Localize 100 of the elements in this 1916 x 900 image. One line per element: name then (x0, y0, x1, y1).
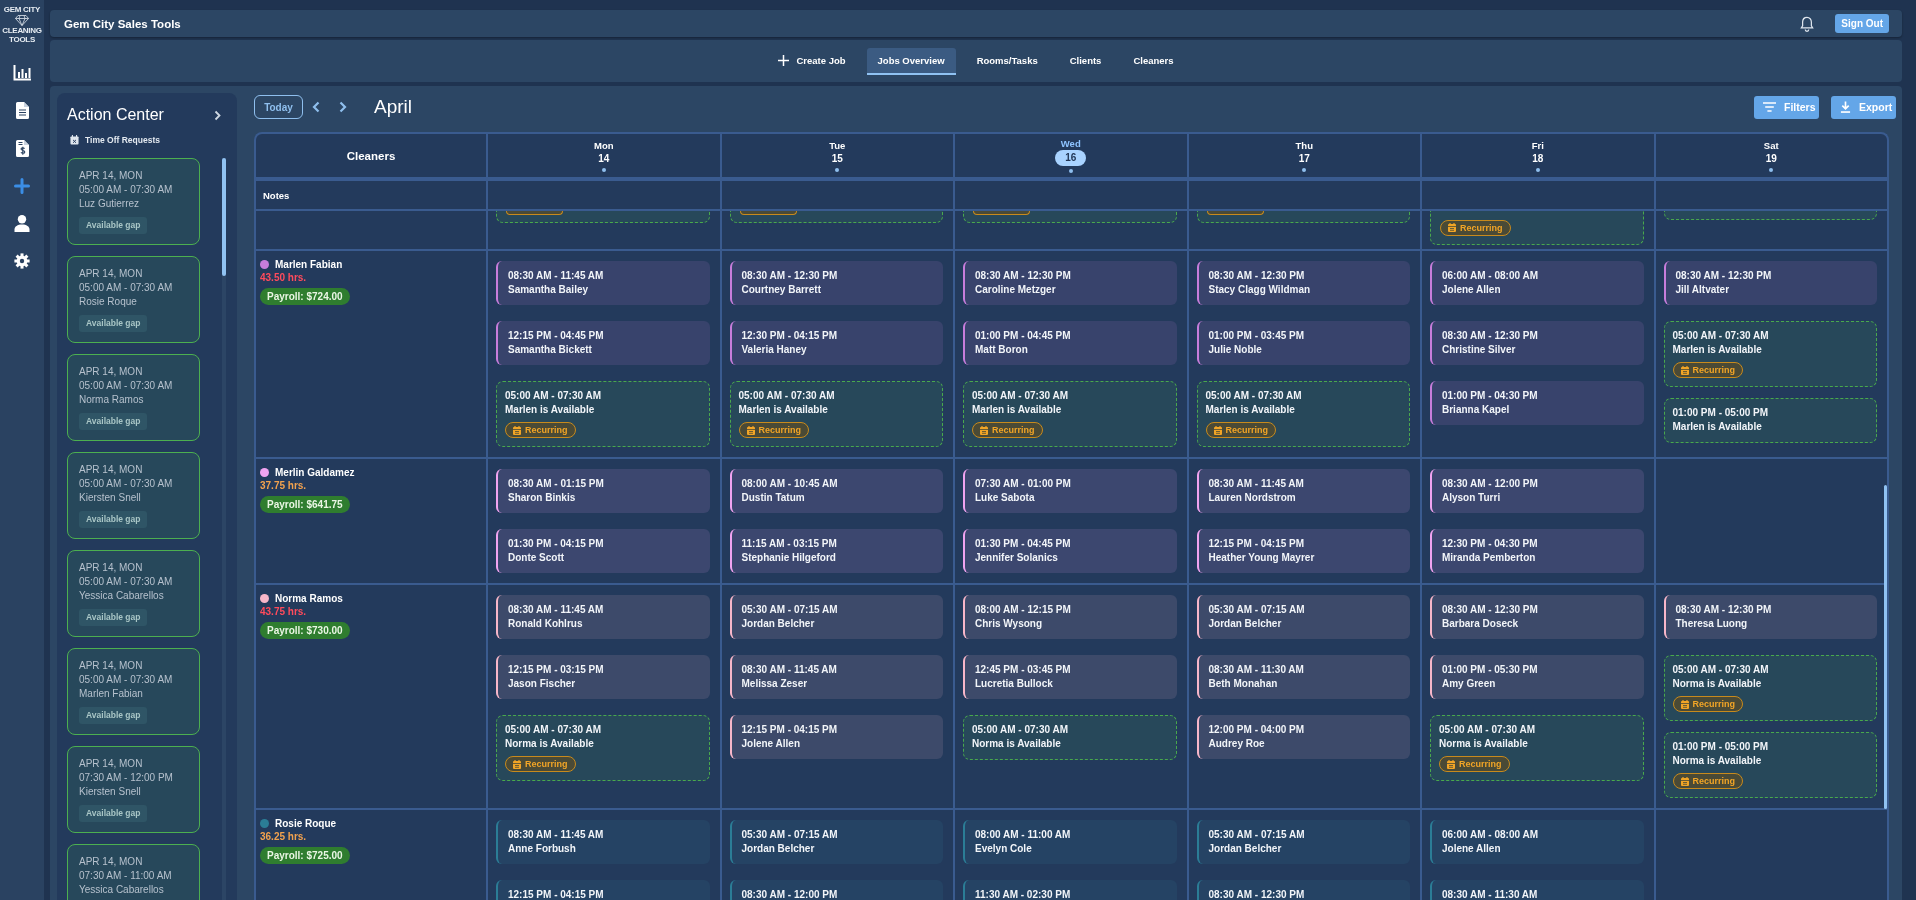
job-card[interactable]: 01:30 PM - 04:15 PM Donte Scott (496, 529, 710, 573)
availability-card[interactable]: 05:00 AM - 07:30 AM Marlen is Available Recurring (496, 381, 710, 447)
job-card[interactable]: 01:30 PM - 04:45 PM Jennifer Solanics (963, 529, 1177, 573)
availability-card[interactable]: 05:00 AM - 07:30 AM Marlen is Available Recurring (729, 381, 943, 447)
availability-card[interactable] (1196, 211, 1410, 223)
job-card[interactable]: 08:30 AM - 12:30 PM Stacy Clagg Wildman (1196, 261, 1410, 305)
time-off-request-card[interactable]: APR 14, MON 05:00 AM - 07:30 AM Marlen Fabian Available gap (67, 648, 200, 735)
settings-icon[interactable] (14, 253, 30, 269)
nav-tab[interactable]: Rooms/Tasks (965, 47, 1049, 75)
nav-tab[interactable]: Jobs Overview (866, 47, 956, 75)
job-card[interactable]: 08:30 AM - 11:45 AM Melissa Zeser (729, 655, 943, 699)
availability-card[interactable]: 05:00 AM - 07:30 AM Norma is Available Recurring (1430, 715, 1644, 781)
job-card[interactable]: 08:30 AM - 12:30 PM Caroline Metzger (963, 261, 1177, 305)
availability-card[interactable] (729, 211, 943, 223)
job-card[interactable]: 08:30 AM - 12:30 PM Barbara Doseck (1430, 595, 1644, 639)
day-number[interactable]: 19 (1755, 151, 1787, 165)
availability-card[interactable]: 05:00 AM - 07:30 AM Marlen is Available Recurring (1663, 321, 1877, 387)
job-card[interactable]: 06:00 AM - 08:00 AM Jolene Allen (1430, 820, 1644, 864)
calendar-icon (1447, 759, 1455, 769)
job-card[interactable]: 07:30 AM - 01:00 PM Luke Sabota (963, 469, 1177, 513)
availability-card[interactable]: 01:00 PM - 05:00 PM Marlen is Available (1663, 398, 1877, 443)
availability-card[interactable]: 05:00 AM - 07:30 AM Norma is Available (963, 715, 1177, 760)
document-icon[interactable] (15, 102, 29, 119)
job-card[interactable]: 12:15 PM - 04:45 PM Samantha Bickett (496, 321, 710, 365)
column-header: Cleaners (346, 149, 396, 162)
job-card[interactable]: 01:00 PM - 03:45 PM Julie Noble (1196, 321, 1410, 365)
scrollbar-thumb[interactable] (1884, 485, 1887, 809)
job-card[interactable]: 08:30 AM - 11:30 AM (1430, 880, 1644, 900)
time-off-request-card[interactable]: APR 14, MON 05:00 AM - 07:30 AM Kiersten Snell Available gap (67, 452, 200, 539)
availability-card[interactable] (963, 211, 1177, 223)
day-number[interactable]: 14 (588, 151, 620, 165)
job-card[interactable]: 08:30 AM - 11:45 AM Lauren Nordstrom (1196, 469, 1410, 513)
availability-card[interactable]: 05:00 AM - 07:30 AM Norma is Available Recurring (496, 715, 710, 781)
availability-card[interactable] (496, 211, 710, 223)
job-card[interactable]: 05:30 AM - 07:15 AM Jordan Belcher (1196, 820, 1410, 864)
job-card[interactable]: 08:30 AM - 12:30 PM Christine Silver (1430, 321, 1644, 365)
chevron-left-icon[interactable] (312, 101, 320, 113)
availability-card[interactable]: 05:00 AM - 07:30 AM Marlen is Available Recurring (963, 381, 1177, 447)
job-card[interactable]: 05:30 AM - 07:15 AM Jordan Belcher (1196, 595, 1410, 639)
availability-card[interactable] (1663, 211, 1877, 220)
job-card[interactable]: 08:30 AM - 01:15 PM Sharon Binkis (496, 469, 710, 513)
job-card[interactable]: 12:00 PM - 04:00 PM Audrey Roe (1196, 715, 1410, 759)
job-card[interactable]: 08:00 AM - 10:45 AM Dustin Tatum (729, 469, 943, 513)
job-card[interactable]: 01:00 PM - 04:30 PM Brianna Kapel (1430, 381, 1644, 425)
user-icon[interactable] (14, 215, 30, 232)
client-name: Dustin Tatum (741, 491, 805, 505)
job-card[interactable]: 08:30 AM - 12:30 PM (1196, 880, 1410, 900)
day-number[interactable]: 17 (1288, 151, 1320, 165)
job-card[interactable]: 08:30 AM - 11:30 AM Beth Monahan (1196, 655, 1410, 699)
job-card[interactable]: 01:00 PM - 04:45 PM Matt Boron (963, 321, 1177, 365)
availability-card[interactable]: Recurring (1430, 211, 1644, 245)
job-card[interactable]: 08:30 AM - 12:30 PM Courtney Barrett (729, 261, 943, 305)
job-card[interactable]: 08:30 AM - 11:45 AM Samantha Bailey (496, 261, 710, 305)
job-card[interactable]: 06:00 AM - 08:00 AM Jolene Allen (1430, 261, 1644, 305)
job-card[interactable]: 08:30 AM - 12:00 PM Alyson Turri (1430, 469, 1644, 513)
job-card[interactable]: 08:00 AM - 12:15 PM Chris Wysong (963, 595, 1177, 639)
day-number[interactable]: 15 (821, 151, 853, 165)
time-off-request-card[interactable]: APR 14, MON 05:00 AM - 07:30 AM Norma Ramos Available gap (67, 354, 200, 441)
job-card[interactable]: 08:30 AM - 11:45 AM Anne Forbush (496, 820, 710, 864)
time-off-request-card[interactable]: APR 14, MON 07:30 AM - 11:00 AM Yessica Cabarellos (67, 844, 200, 900)
job-card[interactable]: 08:30 AM - 12:30 PM Theresa Luong (1663, 595, 1877, 639)
scrollbar-thumb[interactable] (222, 158, 226, 276)
job-card[interactable]: 12:15 PM - 04:15 PM (496, 880, 710, 900)
job-card[interactable]: 08:30 AM - 12:00 PM (729, 880, 943, 900)
create-job-tab[interactable]: Create Job (767, 47, 857, 75)
job-card[interactable]: 08:30 AM - 11:45 AM Ronald Kohlrus (496, 595, 710, 639)
availability-card[interactable]: 05:00 AM - 07:30 AM Norma is Available Recurring (1663, 655, 1877, 721)
job-card[interactable]: 12:15 PM - 04:15 PM Jolene Allen (729, 715, 943, 759)
gap-badge: Available gap (79, 511, 148, 528)
job-card[interactable]: 11:15 AM - 03:15 PM Stephanie Hilgeford (729, 529, 943, 573)
job-card[interactable]: 12:15 PM - 03:15 PM Jason Fischer (496, 655, 710, 699)
availability-card[interactable]: 01:00 PM - 05:00 PM Norma is Available Recurring (1663, 732, 1877, 798)
job-card[interactable]: 12:15 PM - 04:15 PM Heather Young Mayrer (1196, 529, 1410, 573)
job-card[interactable]: 12:45 PM - 03:45 PM Lucretia Bullock (963, 655, 1177, 699)
chevron-right-icon[interactable] (214, 109, 221, 121)
job-card[interactable]: 08:30 AM - 12:30 PM Jill Altvater (1663, 261, 1877, 305)
cut-off-badge (973, 211, 1030, 215)
job-card[interactable]: 11:30 AM - 02:30 PM (963, 880, 1177, 900)
day-number[interactable]: 16 (1055, 150, 1087, 166)
job-card[interactable]: 05:30 AM - 07:15 AM Jordan Belcher (729, 820, 943, 864)
time-off-request-card[interactable]: APR 14, MON 05:00 AM - 07:30 AM Yessica Cabarellos Available gap (67, 550, 200, 637)
time-off-request-card[interactable]: APR 14, MON 05:00 AM - 07:30 AM Rosie Roque Available gap (67, 256, 200, 343)
availability-card[interactable]: 05:00 AM - 07:30 AM Marlen is Available Recurring (1196, 381, 1410, 447)
job-card[interactable]: 08:00 AM - 11:00 AM Evelyn Cole (963, 820, 1177, 864)
time-off-request-card[interactable]: APR 14, MON 07:30 AM - 12:00 PM Kiersten Snell Available gap (67, 746, 200, 833)
plus-icon[interactable] (14, 178, 30, 194)
today-button[interactable]: Today (254, 95, 303, 119)
job-card[interactable]: 01:00 PM - 05:30 PM Amy Green (1430, 655, 1644, 699)
day-number[interactable]: 18 (1522, 151, 1554, 165)
bar-chart-icon[interactable] (13, 65, 31, 81)
job-card[interactable]: 12:30 PM - 04:30 PM Miranda Pemberton (1430, 529, 1644, 573)
nav-tab[interactable]: Clients (1058, 47, 1113, 75)
job-time: 01:00 PM - 03:45 PM (1208, 329, 1305, 343)
nav-tab[interactable]: Cleaners (1122, 47, 1185, 75)
bell-icon[interactable] (1800, 15, 1815, 32)
job-card[interactable]: 05:30 AM - 07:15 AM Jordan Belcher (729, 595, 943, 639)
job-card[interactable]: 12:30 PM - 04:15 PM Valeria Haney (729, 321, 943, 365)
chevron-right-icon[interactable] (339, 101, 347, 113)
invoice-icon[interactable] (15, 140, 29, 157)
time-off-request-card[interactable]: APR 14, MON 05:00 AM - 07:30 AM Luz Gutierrez Available gap (67, 158, 200, 245)
